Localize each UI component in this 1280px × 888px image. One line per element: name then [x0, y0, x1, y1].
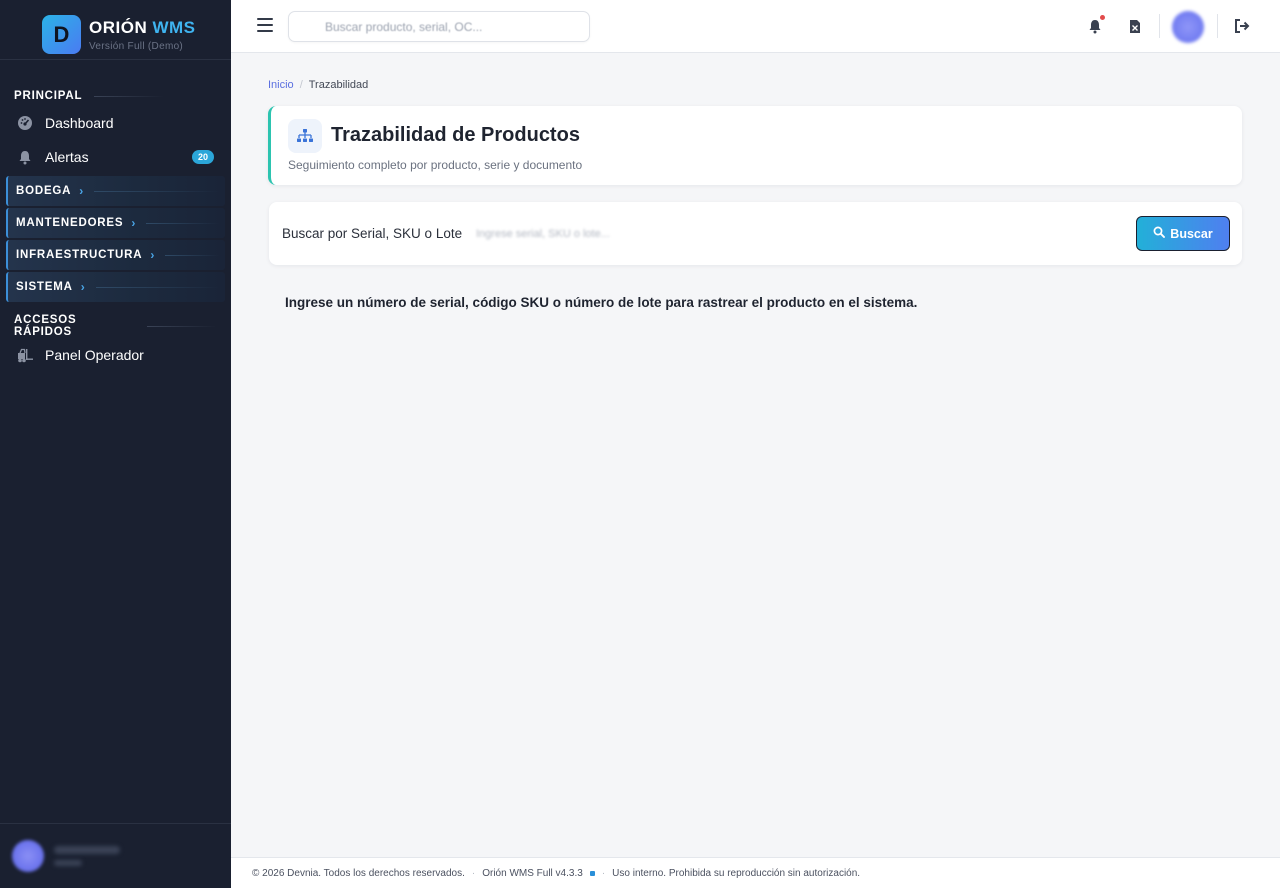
excel-file-icon[interactable] [1125, 15, 1145, 37]
brand-version: Versión Full (Demo) [89, 40, 184, 52]
footer-separator: · [601, 867, 606, 879]
sidebar-user[interactable] [0, 823, 231, 888]
page-footer: © 2026 Devnia. Todos los derechos reserv… [231, 857, 1280, 888]
footer-version: Orión WMS Full v4.3.3 [482, 867, 583, 879]
empty-state-help-text: Ingrese un número de serial, código SKU … [285, 295, 918, 310]
alert-count-badge: 20 [191, 150, 214, 164]
brand-name-main: ORIÓN [89, 17, 148, 37]
page-title: Trazabilidad de Productos [331, 124, 580, 146]
page-header-card: Trazabilidad de Productos Seguimiento co… [268, 106, 1242, 185]
status-indicator-icon [589, 870, 595, 876]
brand-logo: D [42, 15, 81, 54]
breadcrumb-home-link[interactable]: Inicio [268, 79, 294, 91]
search-button-label: Buscar [1170, 226, 1213, 241]
breadcrumb-separator: / [299, 79, 303, 91]
sidebar-item-dashboard[interactable]: Dashboard [0, 106, 231, 140]
chevron-right-icon: › [79, 184, 85, 198]
trace-search-card: Buscar por Serial, SKU o Lote Buscar [269, 202, 1242, 265]
sidebar-item-label: Alertas [45, 149, 89, 165]
trace-search-label: Buscar por Serial, SKU o Lote [282, 226, 463, 241]
trace-search-field[interactable] [464, 220, 1114, 248]
logout-icon[interactable] [1232, 15, 1252, 37]
topbar-divider [1217, 14, 1218, 38]
brand[interactable]: D ORIÓN WMS Versión Full (Demo) [0, 0, 231, 60]
user-info-redacted [54, 846, 120, 866]
avatar [12, 840, 44, 872]
footer-notice: Uso interno. Prohibida su reproducción s… [612, 867, 861, 879]
menu-icon[interactable] [257, 18, 273, 32]
chevron-right-icon: › [80, 280, 86, 294]
search-button[interactable]: Buscar [1136, 216, 1230, 251]
global-search-input[interactable] [289, 12, 589, 41]
chevron-right-icon: › [131, 216, 137, 230]
page-subtitle: Seguimiento completo por producto, serie… [288, 158, 583, 172]
global-search[interactable] [288, 11, 590, 42]
topbar-divider [1159, 14, 1160, 38]
notification-dot [1100, 15, 1105, 20]
breadcrumb-current: Trazabilidad [308, 79, 369, 91]
sidebar-item-alertas[interactable]: Alertas 20 [0, 140, 231, 174]
footer-separator: · [471, 867, 476, 879]
sidebar-group-bodega[interactable]: BODEGA › [6, 176, 225, 206]
notifications-bell-icon[interactable] [1085, 15, 1105, 37]
trace-search-input[interactable] [464, 220, 1114, 248]
forklift-icon [16, 346, 34, 364]
footer-copyright: © 2026 Devnia. Todos los derechos reserv… [252, 867, 465, 879]
breadcrumb: Inicio / Trazabilidad [268, 79, 368, 91]
sidebar-item-label: Panel Operador [45, 347, 144, 363]
user-avatar[interactable] [1172, 11, 1204, 43]
chevron-right-icon: › [150, 248, 156, 262]
brand-name-accent: WMS [152, 17, 196, 37]
sidebar-group-mantenedores[interactable]: MANTENEDORES › [6, 208, 225, 238]
sidebar-group-infraestructura[interactable]: INFRAESTRUCTURA › [6, 240, 225, 270]
sidebar-item-panel-operador[interactable]: Panel Operador [0, 338, 231, 372]
sidebar-group-sistema[interactable]: SISTEMA › [6, 272, 225, 302]
section-label-principal: PRINCIPAL [0, 86, 231, 106]
topbar [231, 0, 1280, 53]
brand-name: ORIÓN WMS [89, 18, 196, 38]
sidebar: D ORIÓN WMS Versión Full (Demo) PRINCIPA… [0, 0, 231, 888]
sidebar-item-label: Dashboard [45, 115, 114, 131]
sitemap-icon [288, 119, 322, 153]
bell-icon [16, 148, 34, 166]
gauge-icon [16, 114, 34, 132]
section-label-accesos-rapidos: ACCESOS RÁPIDOS [0, 314, 231, 338]
search-icon [1153, 226, 1166, 241]
